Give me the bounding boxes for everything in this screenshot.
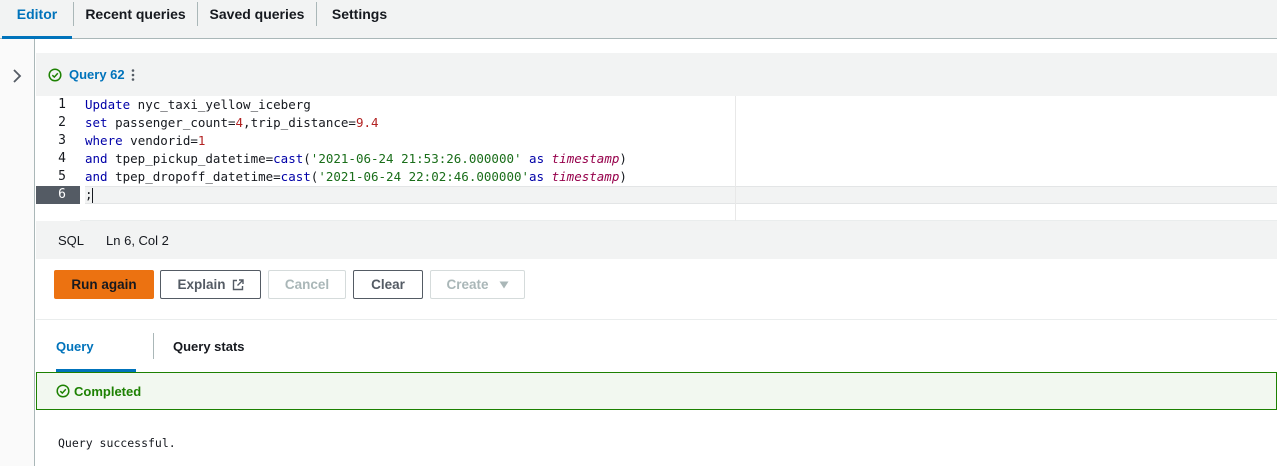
cancel-button[interactable]: Cancel bbox=[268, 270, 346, 299]
clear-button[interactable]: Clear bbox=[353, 270, 423, 299]
result-message: Query successful. bbox=[58, 436, 176, 450]
tab-settings[interactable]: Settings bbox=[317, 0, 402, 38]
line-number-gutter: 1 2 3 4 5 6 bbox=[36, 96, 80, 221]
code-token: nyc_taxi_yellow_iceberg bbox=[130, 97, 311, 112]
cursor-position: Ln 6, Col 2 bbox=[106, 232, 169, 248]
tab-recent-queries[interactable]: Recent queries bbox=[74, 0, 197, 38]
query-tab-title: Query 62 bbox=[69, 67, 125, 82]
code-token: as bbox=[529, 151, 545, 166]
language-indicator: SQL bbox=[58, 232, 85, 248]
code-token: timestamp bbox=[551, 169, 620, 184]
code-token: vendorid= bbox=[122, 133, 198, 148]
run-again-label: Run again bbox=[71, 277, 137, 292]
line-number: 3 bbox=[58, 133, 66, 148]
status-banner: Completed bbox=[36, 372, 1277, 410]
tab-query-stats[interactable]: Query stats bbox=[173, 321, 245, 372]
code-token: 4 bbox=[235, 115, 244, 130]
code-token: Update bbox=[85, 97, 131, 112]
code-token: where bbox=[85, 133, 123, 148]
run-again-button[interactable]: Run again bbox=[54, 270, 154, 299]
tab-editor[interactable]: Editor bbox=[2, 0, 72, 39]
cancel-label: Cancel bbox=[284, 277, 330, 292]
tab-settings-label: Settings bbox=[331, 6, 388, 22]
code-token: ( bbox=[303, 151, 311, 166]
query-tab[interactable]: Query 62 bbox=[36, 53, 147, 96]
code-line: and tpep_dropoff_datetime=cast('2021-06-… bbox=[85, 168, 627, 186]
code-token: ,trip_distance= bbox=[243, 115, 356, 130]
code-line: where vendorid=1 bbox=[85, 132, 205, 150]
external-link-icon bbox=[232, 278, 244, 290]
code-line: and tpep_pickup_datetime=cast('2021-06-2… bbox=[85, 150, 627, 168]
active-line-number: 6 bbox=[36, 186, 80, 204]
code-token: cast bbox=[280, 169, 311, 184]
vertical-ellipsis-icon[interactable] bbox=[131, 68, 135, 82]
code-token: passenger_count= bbox=[107, 115, 236, 130]
action-button-row: Run again Explain Cancel Clear Create bbox=[36, 259, 1277, 320]
code-token: tpep_dropoff_datetime= bbox=[107, 169, 281, 184]
check-circle-icon bbox=[48, 67, 62, 82]
create-label: Create bbox=[446, 277, 489, 292]
check-circle-icon bbox=[56, 384, 70, 398]
code-token: and bbox=[85, 169, 108, 184]
explain-label: Explain bbox=[177, 277, 226, 292]
code-token: tpep_pickup_datetime= bbox=[107, 151, 274, 166]
code-token: 1 bbox=[197, 133, 206, 148]
print-margin bbox=[735, 96, 736, 221]
left-side-panel bbox=[0, 39, 35, 466]
clear-label: Clear bbox=[371, 277, 405, 292]
text-cursor bbox=[92, 188, 93, 203]
active-line-highlight bbox=[85, 186, 1277, 204]
top-tab-bar: Editor Recent queries Saved queries Sett… bbox=[0, 0, 1277, 39]
line-number: 1 bbox=[58, 97, 66, 112]
result-tab-bar: Query results Query stats bbox=[36, 321, 1277, 406]
code-token: as bbox=[529, 169, 545, 184]
chevron-right-icon[interactable] bbox=[9, 68, 25, 84]
tab-saved-queries-label: Saved queries bbox=[209, 6, 305, 22]
tab-divider bbox=[153, 333, 154, 359]
tab-query-stats-label: Query stats bbox=[173, 339, 245, 354]
code-token: set bbox=[85, 115, 108, 130]
editor-status-bar: SQL Ln 6, Col 2 bbox=[36, 221, 1277, 259]
query-tab-strip: Query 62 bbox=[36, 53, 1277, 96]
code-token: ) bbox=[619, 169, 627, 184]
status-text: Completed bbox=[74, 383, 142, 399]
tab-recent-queries-label: Recent queries bbox=[85, 6, 186, 22]
line-number: 2 bbox=[58, 115, 66, 130]
tab-saved-queries[interactable]: Saved queries bbox=[198, 0, 316, 38]
code-area[interactable]: Update nyc_taxi_yellow_iceberg set passe… bbox=[85, 96, 1277, 221]
code-line: Update nyc_taxi_yellow_iceberg bbox=[85, 96, 311, 114]
explain-button[interactable]: Explain bbox=[160, 270, 261, 299]
code-token: cast bbox=[273, 151, 304, 166]
line-number: 4 bbox=[58, 151, 66, 166]
caret-down-icon bbox=[499, 281, 509, 288]
tab-editor-label: Editor bbox=[16, 6, 58, 22]
create-dropdown-button[interactable]: Create bbox=[430, 270, 525, 299]
code-token: timestamp bbox=[551, 151, 620, 166]
code-token: and bbox=[85, 151, 108, 166]
code-line: set passenger_count=4,trip_distance=9.4 bbox=[85, 114, 379, 132]
sql-editor[interactable]: 1 2 3 4 5 6 Update nyc_taxi_yellow_icebe… bbox=[36, 96, 1277, 221]
tab-query-results[interactable]: Query results bbox=[56, 321, 136, 406]
code-token: '2021-06-24 21:53:26.000000' bbox=[310, 151, 522, 166]
line-number: 5 bbox=[58, 169, 66, 184]
code-token: '2021-06-24 22:02:46.000000' bbox=[318, 169, 530, 184]
code-token: 9.4 bbox=[355, 115, 379, 130]
code-token: ) bbox=[619, 151, 627, 166]
